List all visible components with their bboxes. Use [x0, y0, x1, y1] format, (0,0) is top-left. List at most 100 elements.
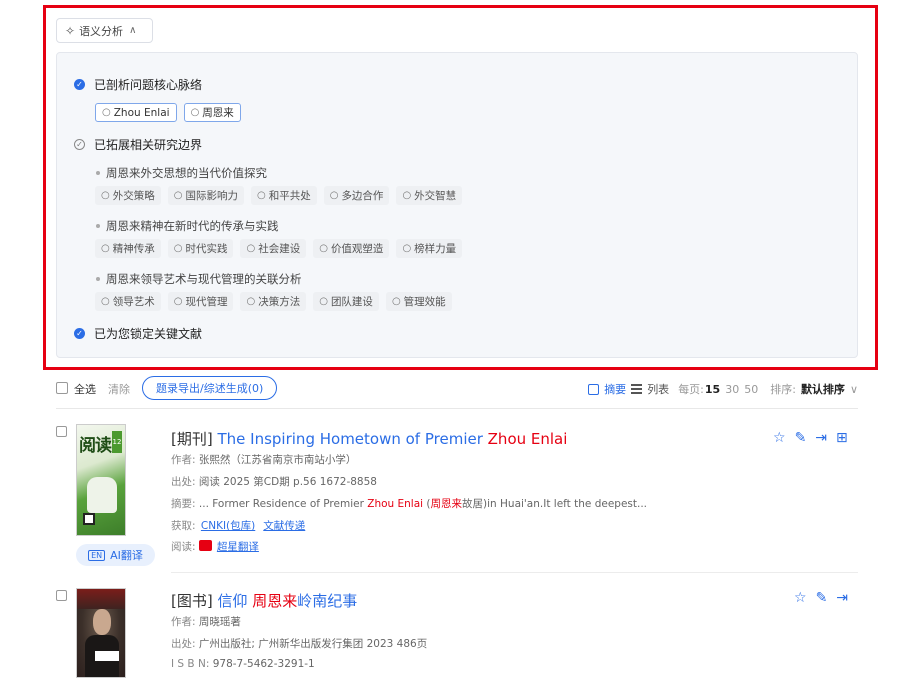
summary-view-button[interactable]: 摘要: [604, 381, 626, 397]
favorite-star-icon[interactable]: ☆: [773, 430, 786, 446]
clear-button[interactable]: 清除: [108, 381, 130, 397]
keyword-text: 社会建设: [258, 243, 301, 255]
cnki-link[interactable]: CNKI(包库): [201, 520, 255, 532]
keyword-text: 精神传承: [112, 243, 155, 255]
chaoxing-logo-icon: [198, 540, 212, 551]
bullet-icon: [96, 171, 100, 175]
keyword-chip[interactable]: ○ 决策方法: [240, 292, 307, 311]
keyword-chip[interactable]: ○ 价值观塑造: [313, 239, 390, 258]
cover-illustration: [87, 477, 117, 513]
search-icon: ○: [391, 296, 401, 307]
record-type-tag: [期刊]: [171, 430, 213, 448]
keyword-text: 外交智慧: [414, 190, 457, 202]
keyword-chip[interactable]: ○ Zhou Enlai: [95, 103, 177, 122]
keyword-chip[interactable]: ○ 领导艺术: [95, 292, 161, 311]
author-value: 周晓瑶著: [198, 616, 241, 628]
sort-label: 排序:: [770, 383, 796, 396]
access-label: 获取:: [171, 520, 196, 532]
edit-note-icon[interactable]: ✎: [795, 430, 807, 446]
abstract-label: 摘要:: [171, 498, 196, 510]
document-delivery-link[interactable]: 文献传递: [263, 520, 305, 532]
chevron-up-icon: ∧: [129, 25, 137, 36]
summary-view-icon[interactable]: [588, 383, 600, 395]
list-view-icon[interactable]: [631, 383, 643, 395]
journal-cover-image[interactable]: 阅读 12: [76, 424, 126, 536]
keyword-chip[interactable]: ○ 社会建设: [240, 239, 307, 258]
record-title[interactable]: [图书] 信仰 周恩来岭南纪事: [171, 590, 357, 611]
keyword-chip[interactable]: ○ 团队建设: [313, 292, 379, 311]
semantic-analysis-toggle[interactable]: ✧ 语义分析 ∧: [56, 18, 153, 43]
title-highlight: Zhou Enlai: [487, 430, 568, 448]
record-checkbox[interactable]: [56, 590, 67, 601]
sparkle-icon: ✧: [65, 23, 76, 38]
keyword-text: 国际影响力: [185, 190, 238, 202]
share-export-icon[interactable]: ⇥: [836, 590, 848, 606]
title-highlight: 周恩来: [252, 592, 298, 610]
keyword-text: 现代管理: [185, 296, 228, 308]
analysis-step-locate: ✓ 已为您锁定关键文献: [74, 325, 202, 342]
bullet-icon: [96, 224, 100, 228]
list-view-button[interactable]: 列表: [647, 381, 669, 397]
keyword-chip[interactable]: ○ 时代实践: [167, 239, 234, 258]
keyword-chip[interactable]: ○ 外交智慧: [396, 186, 463, 205]
search-icon: ○: [102, 107, 111, 118]
chevron-down-icon[interactable]: ∨: [850, 383, 858, 396]
keyword-chip[interactable]: ○ 外交策略: [95, 186, 161, 205]
isbn-value: 978-7-5462-3291-1: [212, 658, 315, 670]
record-author: 作者: 周晓瑶著: [171, 614, 241, 629]
search-icon: ○: [402, 190, 412, 201]
keyword-chip[interactable]: ○ 榜样力量: [396, 239, 463, 258]
title-text: The Inspiring Hometown of Premier: [217, 430, 488, 448]
topic-title-text: 周恩来领导艺术与现代管理的关联分析: [106, 272, 302, 286]
record-source: 出处: 阅读 2025 第CD期 p.56 1672-8858: [171, 474, 377, 489]
record-checkbox[interactable]: [56, 426, 67, 437]
keyword-chip[interactable]: ○ 国际影响力: [167, 186, 244, 205]
title-text: 岭南纪事: [297, 592, 358, 610]
book-cover-image[interactable]: [76, 588, 126, 678]
keyword-chip[interactable]: ○ 精神传承: [95, 239, 161, 258]
keyword-chip[interactable]: ○ 现代管理: [167, 292, 234, 311]
record-source: 出处: 广州出版社; 广州新华出版发行集团 2023 486页: [171, 636, 427, 651]
favorite-star-icon[interactable]: ☆: [794, 590, 807, 606]
cover-label-block: [95, 651, 119, 661]
ai-translate-label: AI翻译: [110, 549, 143, 562]
topic-title: 周恩来外交思想的当代价值探究: [96, 165, 267, 181]
edit-note-icon[interactable]: ✎: [816, 590, 828, 606]
record-access: 获取: CNKI(包库) 文献传递: [171, 518, 311, 533]
share-export-icon[interactable]: ⇥: [815, 430, 827, 446]
ai-translate-button[interactable]: EN AI翻译: [76, 544, 155, 566]
keyword-chip[interactable]: ○ 管理效能: [385, 292, 452, 311]
search-icon: ○: [319, 243, 328, 254]
semantic-toggle-label: 语义分析: [79, 24, 124, 38]
keyword-chip[interactable]: ○ 周恩来: [183, 103, 241, 122]
topic-keyword-row: ○ 领导艺术 ○ 现代管理 ○ 决策方法 ○ 团队建设 ○ 管理效能: [95, 292, 452, 311]
abstract-text: (: [423, 498, 431, 510]
grid-more-icon[interactable]: ⊞: [836, 430, 848, 446]
results-toolbar: 全选 清除 题录导出/综述生成(0) 摘要 列表 每页: 15 30 50 排序…: [56, 376, 858, 400]
search-icon: ○: [101, 243, 110, 254]
sort-select[interactable]: 默认排序: [801, 381, 845, 397]
per-page-15[interactable]: 15: [705, 383, 720, 396]
record-actions: ☆ ✎ ⇥: [794, 590, 848, 606]
topic-title-text: 周恩来精神在新时代的传承与实践: [106, 219, 279, 233]
export-button[interactable]: 题录导出/综述生成(0): [142, 376, 278, 400]
bullet-icon: [96, 277, 100, 281]
chaoxing-translate-link[interactable]: 超星翻译: [217, 541, 259, 553]
keyword-text: 团队建设: [330, 296, 373, 308]
semantic-analysis-panel: [56, 52, 858, 358]
select-all-label[interactable]: 全选: [74, 381, 96, 397]
author-label: 作者:: [171, 454, 196, 466]
translate-icon: EN: [88, 549, 106, 561]
per-page-50[interactable]: 50: [744, 383, 758, 396]
source-value: 广州出版社; 广州新华出版发行集团 2023 486页: [198, 638, 428, 650]
per-page-30[interactable]: 30: [725, 383, 739, 396]
toolbar-divider: [56, 408, 858, 409]
core-keyword-row: ○ Zhou Enlai ○ 周恩来: [95, 103, 241, 122]
search-icon: ○: [101, 190, 110, 201]
select-all-checkbox[interactable]: [56, 382, 68, 394]
keyword-text: 和平共处: [268, 190, 311, 202]
record-title[interactable]: [期刊] The Inspiring Hometown of Premier Z…: [171, 428, 567, 449]
keyword-chip[interactable]: ○ 和平共处: [250, 186, 317, 205]
keyword-chip[interactable]: ○ 多边合作: [323, 186, 390, 205]
cover-title: 阅读: [79, 436, 112, 456]
